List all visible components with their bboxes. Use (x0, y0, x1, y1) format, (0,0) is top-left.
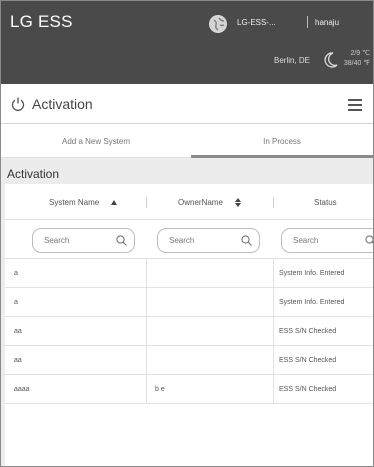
search-icon (241, 235, 252, 246)
cell-owner-name: b e (155, 385, 165, 393)
system-name-search[interactable] (32, 228, 135, 253)
column-label: System Name (49, 197, 100, 207)
table-row[interactable]: aaaa b e ESS S/N Checked (5, 375, 373, 404)
section-title: Activation (7, 167, 60, 181)
weather-readout: 2/9 ℃ 38/40 ℉ (342, 49, 370, 69)
main-content: Activation System Name OwnerName Status (1, 158, 373, 466)
weather-extra: 38/40 ℉ (343, 60, 370, 67)
cell-system-name: aaaa (14, 385, 30, 393)
column-label: OwnerName (178, 197, 223, 207)
table-row[interactable]: a System Info. Entered (5, 288, 373, 317)
cell-status: System Info. Entered (279, 298, 345, 306)
user-name[interactable]: hanaju (315, 18, 339, 27)
cell-system-name: aa (14, 327, 22, 335)
status-search-input[interactable] (293, 236, 353, 245)
filter-row (5, 221, 373, 259)
sort-asc-icon[interactable] (111, 199, 118, 205)
status-search[interactable] (281, 228, 373, 253)
search-icon (365, 235, 373, 244)
weather-temp: 2/9 ℃ (350, 50, 370, 57)
cell-system-name: aa (14, 356, 22, 364)
column-divider (273, 197, 274, 208)
table-header: System Name OwnerName Status (5, 184, 373, 220)
column-header-status[interactable]: Status (314, 184, 337, 220)
table-row[interactable]: a System Info. Entered (5, 259, 373, 288)
cell-system-name: a (14, 269, 18, 277)
cell-status: ESS S/N Checked (279, 356, 337, 364)
cell-system-name: a (14, 298, 18, 306)
system-name-search-input[interactable] (44, 236, 104, 245)
app-frame: LG ESS LG-ESS-... hanaju Berlin, DE 2/9 … (0, 0, 374, 467)
owner-name-search[interactable] (157, 228, 260, 253)
activation-table: System Name OwnerName Status Search Sear… (5, 184, 373, 466)
column-header-system-name[interactable]: System Name (49, 184, 118, 220)
power-icon (10, 96, 26, 112)
column-divider (146, 197, 147, 208)
table-row[interactable]: aa ESS S/N Checked (5, 317, 373, 346)
search-icon (116, 235, 127, 246)
cell-status: ESS S/N Checked (279, 327, 337, 335)
weather-location: Berlin, DE (274, 56, 311, 65)
table-row[interactable]: aa ESS S/N Checked (5, 346, 373, 375)
menu-icon[interactable] (348, 98, 362, 111)
tab-bar: Add a New System In Process (1, 125, 373, 158)
tab-in-process[interactable]: In Process (191, 125, 373, 158)
column-header-owner-name[interactable]: OwnerName (178, 184, 241, 220)
site-name[interactable]: LG-ESS-... (237, 18, 276, 27)
tab-add-new-system[interactable]: Add a New System (1, 125, 191, 158)
cell-status: ESS S/N Checked (279, 385, 337, 393)
moon-icon (324, 52, 338, 68)
header-divider (307, 16, 308, 28)
sort-icon[interactable] (234, 197, 241, 207)
column-label: Status (314, 197, 337, 207)
page-title: Activation (32, 96, 93, 112)
app-header: LG ESS LG-ESS-... hanaju Berlin, DE 2/9 … (1, 1, 373, 84)
cell-status: System Info. Entered (279, 269, 345, 277)
owner-name-search-input[interactable] (169, 236, 229, 245)
app-title: LG ESS (10, 12, 73, 31)
page-titlebar: Activation (1, 84, 373, 124)
globe-icon[interactable] (209, 15, 227, 33)
